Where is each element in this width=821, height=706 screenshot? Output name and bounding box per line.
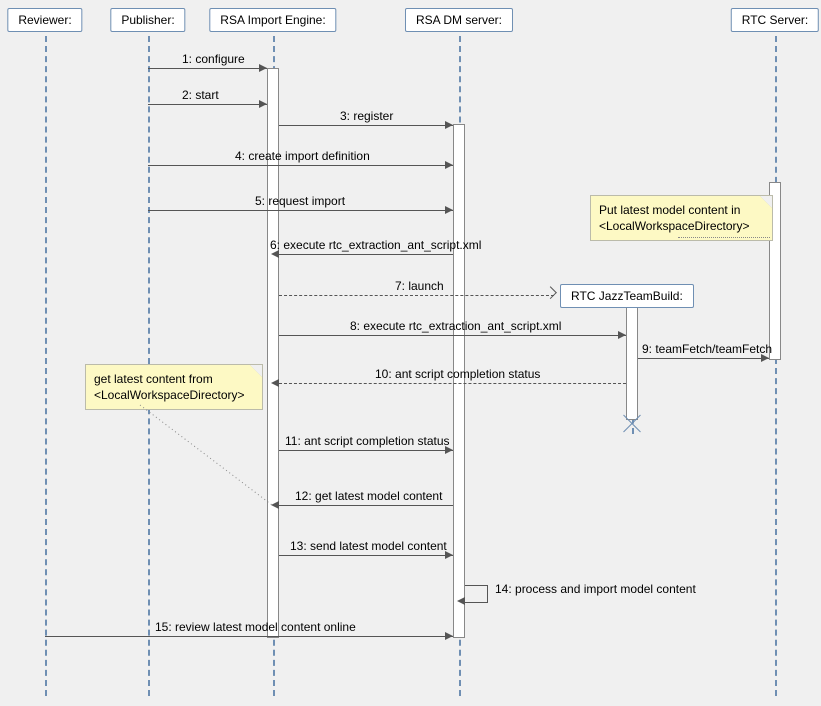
participant-dm-server: RSA DM server: (405, 8, 513, 32)
arrowhead-icon (445, 121, 453, 129)
message-label: 5: request import (255, 194, 345, 208)
participant-rtc-server: RTC Server: (731, 8, 819, 32)
lifeline-reviewer (45, 36, 47, 696)
message-label: 3: register (340, 109, 393, 123)
message-arrow (279, 555, 453, 556)
message-label: 1: configure (182, 52, 245, 66)
participant-import-engine: RSA Import Engine: (209, 8, 336, 32)
note-get-latest: get latest content from <LocalWorkspaceD… (85, 364, 263, 410)
message-label: 2: start (182, 88, 219, 102)
arrowhead-icon (445, 206, 453, 214)
arrowhead-icon (259, 64, 267, 72)
destroy-icon (620, 412, 644, 436)
participant-label: RSA Import Engine: (220, 13, 325, 27)
note-text: Put latest model content in (599, 203, 740, 217)
message-label: 10: ant script completion status (375, 367, 540, 381)
message-arrow (148, 104, 267, 105)
participant-label: RSA DM server: (416, 13, 502, 27)
message-label: 14: process and import model content (495, 582, 696, 596)
participant-label: Reviewer: (18, 13, 71, 27)
message-arrow (279, 295, 554, 296)
arrowhead-icon (457, 597, 465, 605)
message-label: 13: send latest model content (290, 539, 447, 553)
arrowhead-icon (259, 100, 267, 108)
participant-jazz-build: RTC JazzTeamBuild: (560, 284, 694, 308)
arrowhead-icon (271, 501, 279, 509)
message-arrow (279, 450, 453, 451)
arrowhead-icon (445, 632, 453, 640)
activation-dm-server (453, 124, 465, 638)
message-arrow (279, 125, 453, 126)
lifeline-rtc-server (775, 36, 777, 696)
message-label: 12: get latest model content (295, 489, 442, 503)
note-text: <LocalWorkspaceDirectory> (599, 219, 750, 233)
note-put-latest: Put latest model content in <LocalWorksp… (590, 195, 773, 241)
activation-jazz-build (626, 306, 638, 420)
participant-label: RTC JazzTeamBuild: (571, 289, 683, 303)
note-anchor (678, 237, 770, 238)
message-arrow (638, 358, 769, 359)
sequence-diagram: { "participants": { "reviewer": "Reviewe… (0, 0, 821, 706)
message-label: 11: ant script completion status (285, 434, 450, 448)
participant-label: RTC Server: (742, 13, 808, 27)
arrowhead-icon (445, 161, 453, 169)
message-self-arrow (465, 585, 488, 603)
message-label: 9: teamFetch/teamFetch (642, 342, 772, 356)
message-label: 15: review latest model content online (155, 620, 356, 634)
message-arrow (279, 383, 626, 384)
message-arrow (45, 636, 453, 637)
message-label: 7: launch (395, 279, 444, 293)
message-label: 8: execute rtc_extraction_ant_script.xml (350, 319, 561, 333)
note-text: get latest content from (94, 372, 213, 386)
participant-publisher: Publisher: (110, 8, 185, 32)
message-arrow (279, 254, 453, 255)
message-arrow (279, 335, 626, 336)
note-text: <LocalWorkspaceDirectory> (94, 388, 245, 402)
arrowhead-icon (271, 379, 279, 387)
message-label: 4: create import definition (235, 149, 370, 163)
message-arrow (148, 165, 453, 166)
message-label: 6: execute rtc_extraction_ant_script.xml (270, 238, 481, 252)
message-arrow (148, 68, 267, 69)
message-arrow (279, 505, 453, 506)
arrowhead-icon (544, 286, 557, 299)
participant-reviewer: Reviewer: (7, 8, 82, 32)
participant-label: Publisher: (121, 13, 174, 27)
arrowhead-icon (618, 331, 626, 339)
message-arrow (148, 210, 453, 211)
